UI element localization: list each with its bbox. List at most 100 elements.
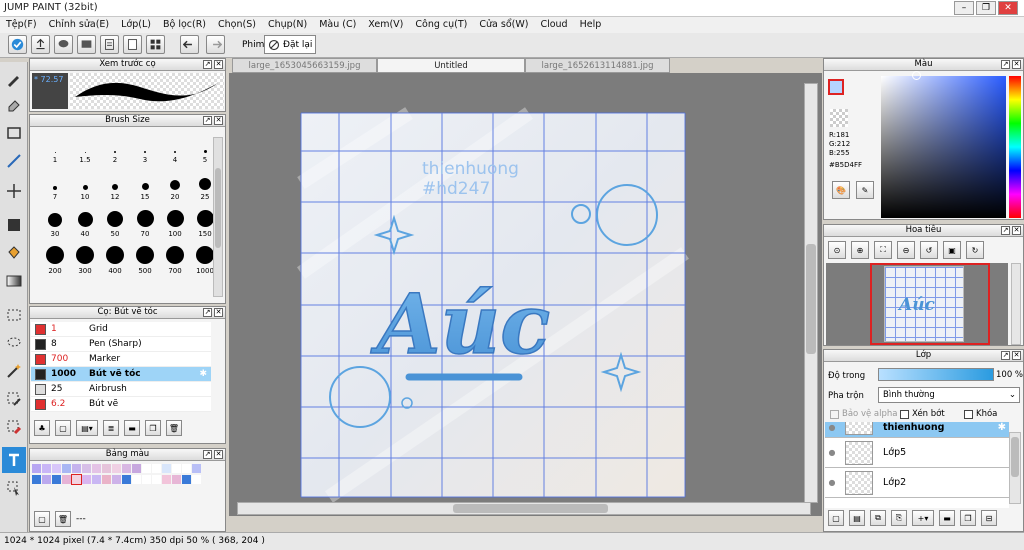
gear-icon[interactable]: ✱ (199, 369, 207, 379)
add-dropdown-icon[interactable]: +▾ (912, 510, 934, 526)
brush-item[interactable]: 1000 Bút vẽ tóc ✱ (31, 367, 211, 382)
menu-capture[interactable]: Chụp(N) (268, 19, 307, 30)
zoom-out-icon[interactable]: ⊖ (897, 241, 915, 259)
swatch-grid[interactable] (32, 464, 212, 504)
maximize-button[interactable]: ❐ (976, 1, 996, 15)
color-swatch[interactable] (132, 475, 141, 484)
rotate-left-icon[interactable]: ↺ (920, 241, 938, 259)
brush-tool-icon[interactable] (2, 66, 26, 92)
folder-icon[interactable]: ▬ (124, 420, 140, 436)
color-swatch[interactable] (172, 464, 181, 473)
brush-size-option[interactable]: 70 (130, 201, 160, 238)
upload-icon[interactable] (31, 35, 50, 54)
menu-select[interactable]: Chọn(S) (218, 19, 256, 30)
brush-size-option[interactable]: 50 (100, 201, 130, 238)
float-icon[interactable]: ↗ (203, 308, 212, 317)
hue-slider[interactable] (1009, 76, 1021, 218)
color-swatch[interactable] (172, 475, 181, 484)
brush-size-option[interactable]: 12 (100, 164, 130, 201)
undo-icon[interactable] (180, 35, 199, 54)
panel-close-icon[interactable]: ✕ (1012, 351, 1021, 360)
navigator-preview[interactable]: Aúc (826, 263, 1008, 345)
color-swatch[interactable] (182, 475, 191, 484)
operation-tool-icon[interactable] (2, 475, 26, 501)
panel-close-icon[interactable]: ✕ (1012, 60, 1021, 69)
color-swatch[interactable] (92, 464, 101, 473)
float-icon[interactable]: ↗ (1001, 60, 1010, 69)
layer-row[interactable]: ● thienhuong ✱ (825, 422, 1009, 438)
canvas-area[interactable]: thienhuong #hd247 Aúc (229, 73, 822, 516)
lock-checkbox[interactable]: Khóa (964, 409, 997, 419)
fill-rectangle-icon[interactable] (2, 212, 26, 238)
brush-size-option[interactable]: 30 (40, 201, 70, 238)
tree-icon[interactable]: ♣ (34, 420, 50, 436)
color-swatch[interactable] (162, 475, 171, 484)
brush-size-option[interactable]: 400 (100, 238, 130, 275)
artwork-canvas[interactable]: thienhuong #hd247 Aúc (229, 73, 822, 516)
panel-close-icon[interactable]: ✕ (1012, 226, 1021, 235)
navigator-viewport[interactable] (870, 263, 990, 345)
panel-close-icon[interactable]: ✕ (214, 450, 223, 459)
brush-size-option[interactable]: 2 (100, 127, 130, 164)
color-swatch[interactable] (162, 464, 171, 473)
layer-scrollbar[interactable] (1009, 432, 1021, 504)
menu-help[interactable]: Help (580, 19, 602, 30)
menu-color[interactable]: Màu (C) (319, 19, 356, 30)
brush-size-option[interactable]: 500 (130, 238, 160, 275)
reset-button[interactable]: Đặt lại (264, 35, 316, 54)
menu-edit[interactable]: Chỉnh sửa(E) (49, 19, 110, 30)
color-swatch[interactable] (102, 464, 111, 473)
brush-size-option[interactable]: 10 (70, 164, 100, 201)
visibility-icon[interactable]: ● (825, 448, 839, 457)
color-swatch[interactable] (71, 474, 82, 485)
color-swatch[interactable] (152, 464, 161, 473)
tab-untitled[interactable]: Untitled (377, 58, 525, 73)
select-eraser-icon[interactable] (2, 414, 26, 440)
brush-size-option[interactable]: 1.5 (70, 127, 100, 164)
layer-row[interactable]: ● Lớp5 (825, 438, 1009, 468)
color-swatch[interactable] (192, 475, 201, 484)
visibility-icon[interactable]: ● (825, 423, 839, 432)
brush-item[interactable]: 8 Pen (Sharp) (31, 337, 211, 352)
panel-close-icon[interactable]: ✕ (214, 60, 223, 69)
float-icon[interactable]: ↗ (203, 60, 212, 69)
color-swatch[interactable] (62, 464, 71, 473)
move-tool-icon[interactable] (2, 178, 26, 204)
opacity-slider[interactable] (878, 368, 994, 381)
menu-layer[interactable]: Lớp(L) (121, 19, 151, 30)
color-swatch[interactable] (182, 464, 191, 473)
brush-size-option[interactable]: 40 (70, 201, 100, 238)
folder-icon[interactable]: ▬ (939, 510, 955, 526)
layer-row[interactable]: ● Lớp2 (825, 468, 1009, 498)
color-swatch[interactable] (72, 464, 81, 473)
new-layer-icon[interactable]: ▢ (828, 510, 844, 526)
color-swatch[interactable] (122, 475, 131, 484)
color-swatch[interactable] (142, 475, 151, 484)
message-icon[interactable] (77, 35, 96, 54)
copy-dropdown-icon[interactable]: ▤▾ (76, 420, 98, 436)
color-swatch[interactable] (112, 475, 121, 484)
checkmark-icon[interactable] (8, 35, 27, 54)
color-swatch[interactable] (42, 464, 51, 473)
eraser-tool-icon[interactable] (2, 92, 26, 118)
brush-size-option[interactable]: 7 (40, 164, 70, 201)
color-swatch[interactable] (122, 464, 131, 473)
page-icon[interactable] (123, 35, 142, 54)
zoom-icon[interactable]: ⊙ (828, 241, 846, 259)
tab-large-1653045663159[interactable]: large_1653045663159.jpg (232, 58, 377, 73)
brush-size-option[interactable]: 4 (160, 127, 190, 164)
color-swatch[interactable] (102, 475, 111, 484)
float-icon[interactable]: ↗ (1001, 351, 1010, 360)
trash-icon[interactable]: 🗑 (55, 511, 71, 527)
minimize-button[interactable]: – (954, 1, 974, 15)
duplicate-icon[interactable]: ❐ (145, 420, 161, 436)
merge-icon[interactable]: ❐ (960, 510, 976, 526)
color-swatch[interactable] (82, 475, 91, 484)
copy-layer-icon[interactable]: ⧉ (870, 510, 886, 526)
rotate-right-icon[interactable]: ↻ (966, 241, 984, 259)
layer-settings-icon[interactable]: ⊟ (981, 510, 997, 526)
color-swatch[interactable] (112, 464, 121, 473)
clip-checkbox[interactable]: Xén bớt (900, 409, 945, 419)
rectangle-tool-icon[interactable] (2, 120, 26, 146)
color-swatch[interactable] (142, 464, 151, 473)
